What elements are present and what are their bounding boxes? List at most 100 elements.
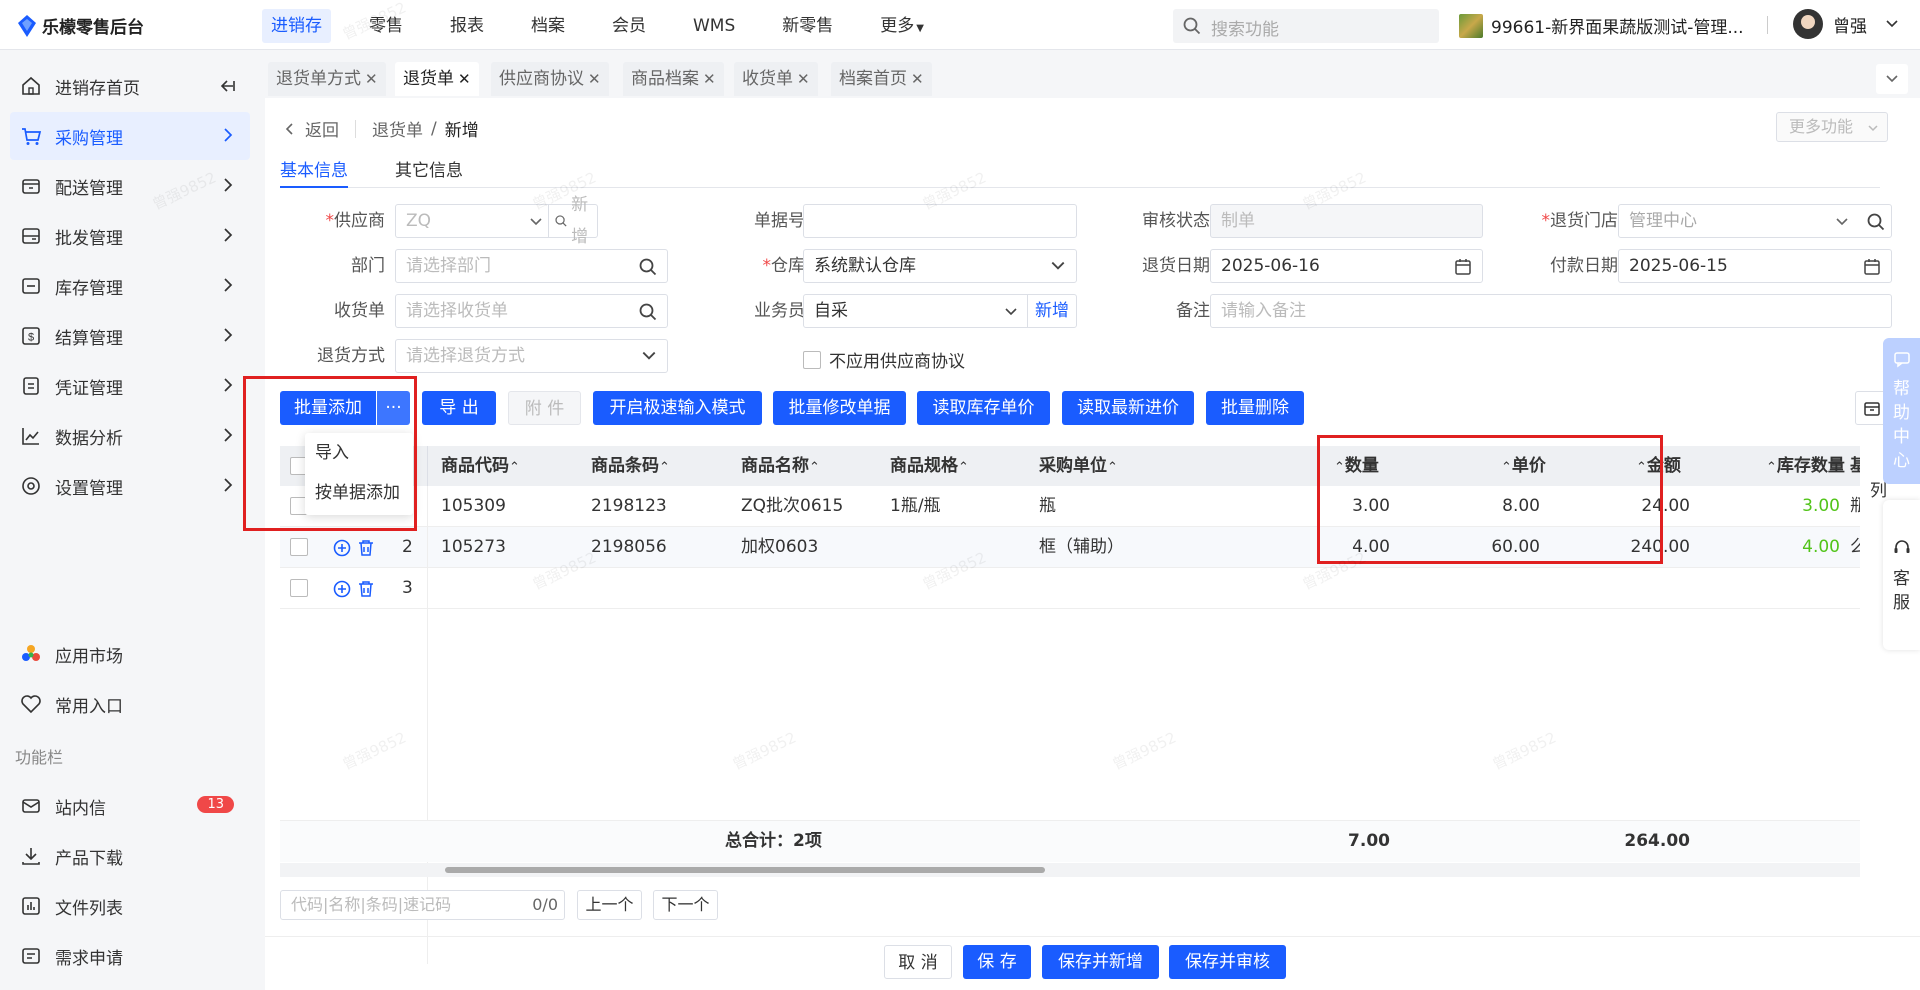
find-next-button[interactable]: 下一个 <box>653 890 718 920</box>
topnav-archives[interactable]: 档案 <box>522 9 574 43</box>
search-icon <box>639 303 657 321</box>
col-code[interactable]: 商品代码⌃ <box>441 446 520 486</box>
topnav-wms[interactable]: WMS <box>684 9 744 43</box>
collapse-sidebar-icon[interactable] <box>218 77 236 95</box>
close-icon[interactable]: ✕ <box>365 70 378 88</box>
search-icon[interactable] <box>1867 213 1885 231</box>
bar-chart-icon <box>20 895 42 917</box>
col-unit[interactable]: 采购单位⌃ <box>1039 446 1118 486</box>
customer-service-button[interactable]: 客服 <box>1883 500 1920 650</box>
topnav-more[interactable]: 更多 ▼ <box>871 9 933 43</box>
tab-supplier-protocol[interactable]: 供应商协议 ✕ <box>491 62 609 96</box>
sidebar-item-analytics[interactable]: 数据分析 <box>10 412 250 460</box>
supplier-add[interactable]: 新增 <box>548 195 597 247</box>
delete-row-icon[interactable] <box>357 539 375 557</box>
supplier-value: ZQ <box>406 211 432 231</box>
topnav-reports[interactable]: 报表 <box>441 9 493 43</box>
doc-no-input[interactable] <box>803 204 1077 238</box>
sidebar-item-distribution[interactable]: 配送管理 <box>10 162 250 210</box>
back-button[interactable]: 返回 <box>283 116 339 141</box>
sidebar-item-favorites[interactable]: 常用入口 <box>10 680 250 728</box>
close-icon[interactable]: ✕ <box>588 70 601 88</box>
sidebar-item-settlement[interactable]: $ 结算管理 <box>10 312 250 360</box>
cell-name: 加权0603 <box>741 537 819 557</box>
col-barcode[interactable]: 商品条码⌃ <box>591 446 670 486</box>
subtab-basic-info[interactable]: 基本信息 <box>280 156 348 188</box>
topnav-jinxiaocun[interactable]: 进销存 <box>262 9 331 43</box>
table-row[interactable]: 3 <box>280 568 1860 609</box>
feature-search[interactable]: 搜索功能 <box>1173 9 1439 43</box>
user-menu[interactable]: 曾强 <box>1793 9 1899 39</box>
topnav-new-retail[interactable]: 新零售 <box>773 9 842 43</box>
save-and-new-button[interactable]: 保存并新增 <box>1042 945 1159 979</box>
scrollbar-thumb[interactable] <box>445 867 1045 873</box>
salesman-select[interactable]: 自采 新增 <box>803 294 1077 328</box>
sidebar-item-home[interactable]: 进销存首页 <box>10 62 250 110</box>
sidebar-item-inventory[interactable]: 库存管理 <box>10 262 250 310</box>
sidebar-item-label: 文件列表 <box>55 898 123 919</box>
export-button[interactable]: 导 出 <box>422 391 496 425</box>
row-checkbox[interactable] <box>290 538 308 556</box>
tab-product-archive[interactable]: 商品档案 ✕ <box>623 62 724 96</box>
sidebar-item-downloads[interactable]: 产品下载 <box>10 832 250 880</box>
read-stock-price-button[interactable]: 读取库存单价 <box>917 391 1050 425</box>
delete-row-icon[interactable] <box>357 580 375 598</box>
return-store-select[interactable]: 管理中心 <box>1618 204 1892 238</box>
save-and-audit-button[interactable]: 保存并审核 <box>1169 945 1286 979</box>
close-icon[interactable]: ✕ <box>458 70 471 88</box>
subtab-other-info[interactable]: 其它信息 <box>395 156 463 188</box>
topnav-members[interactable]: 会员 <box>603 9 655 43</box>
col-name[interactable]: 商品名称⌃ <box>741 446 820 486</box>
tab-return-order[interactable]: 退货单 ✕ <box>395 62 479 96</box>
batch-edit-button[interactable]: 批量修改单据 <box>773 391 906 425</box>
store-selector[interactable]: 99661-新界面果蔬版测试-管理... <box>1459 13 1744 38</box>
batch-delete-button[interactable]: 批量删除 <box>1206 391 1304 425</box>
tab-archive-home[interactable]: 档案首页 ✕ <box>831 62 932 96</box>
find-placeholder: 代码|名称|条码|速记码 <box>291 895 452 914</box>
sidebar-item-requests[interactable]: 需求申请 <box>10 932 250 980</box>
tab-receipt[interactable]: 收货单 ✕ <box>734 62 818 96</box>
add-row-icon[interactable] <box>333 580 351 598</box>
sidebar-item-purchase[interactable]: 采购管理 <box>10 112 250 160</box>
horizontal-scrollbar[interactable] <box>280 863 1860 877</box>
tabs-more-button[interactable] <box>1876 64 1908 94</box>
supplier-label: *供应商 <box>325 211 386 231</box>
close-icon[interactable]: ✕ <box>703 70 716 88</box>
breadcrumb-parent[interactable]: 退货单 <box>372 116 423 141</box>
remark-input[interactable]: 请输入备注 <box>1210 294 1892 328</box>
close-icon[interactable]: ✕ <box>797 70 810 88</box>
cell-code: 105273 <box>441 537 506 557</box>
find-prev-button[interactable]: 上一个 <box>577 890 642 920</box>
dept-select[interactable]: 请选择部门 <box>395 249 668 283</box>
add-row-icon[interactable] <box>333 539 351 557</box>
read-latest-price-button[interactable]: 读取最新进价 <box>1062 391 1194 425</box>
fast-input-button[interactable]: 开启极速输入模式 <box>593 391 762 425</box>
row-find-input[interactable]: 代码|名称|条码|速记码 0/0 <box>280 890 565 920</box>
supplier-select[interactable]: ZQ 新增 <box>395 195 598 247</box>
return-method-select[interactable]: 请选择退货方式 <box>395 339 668 373</box>
salesman-add-link[interactable]: 新增 <box>1027 295 1076 327</box>
save-button[interactable]: 保 存 <box>963 945 1031 979</box>
row-checkbox[interactable] <box>290 579 308 597</box>
no-protocol-checkbox[interactable]: 不应用供应商协议 <box>803 347 965 372</box>
receipt-select[interactable]: 请选择收货单 <box>395 294 668 328</box>
help-center-button[interactable]: 帮助中心 <box>1883 338 1920 484</box>
sidebar-item-voucher[interactable]: 凭证管理 <box>10 362 250 410</box>
return-date-picker[interactable]: 2025-06-16 <box>1210 249 1483 283</box>
cancel-button[interactable]: 取 消 <box>884 945 952 979</box>
more-functions-button[interactable]: 更多功能 <box>1776 112 1888 142</box>
sidebar-item-file-list[interactable]: 文件列表 <box>10 882 250 930</box>
col-spec[interactable]: 商品规格⌃ <box>890 446 969 486</box>
warehouse-select[interactable]: 系统默认仓库 <box>803 249 1077 283</box>
sidebar-item-settings[interactable]: 设置管理 <box>10 462 250 510</box>
col-stock[interactable]: ⌃库存数量 <box>1766 446 1845 486</box>
app-logo[interactable]: 乐檬零售后台 <box>18 13 144 38</box>
tab-return-method[interactable]: 退货单方式 ✕ <box>268 62 386 96</box>
topnav-retail[interactable]: 零售 <box>360 9 412 43</box>
sidebar-item-messages[interactable]: 站内信 13 <box>10 782 250 830</box>
sidebar-item-wholesale[interactable]: 批发管理 <box>10 212 250 260</box>
main-content: 返回 退货单 / 新增 更多功能 基本信息 其它信息 *供应商 ZQ 新增 单据… <box>243 98 1920 990</box>
sidebar-item-app-market[interactable]: 应用市场 <box>10 630 250 678</box>
close-icon[interactable]: ✕ <box>911 70 924 88</box>
pay-date-picker[interactable]: 2025-06-15 <box>1618 249 1892 283</box>
